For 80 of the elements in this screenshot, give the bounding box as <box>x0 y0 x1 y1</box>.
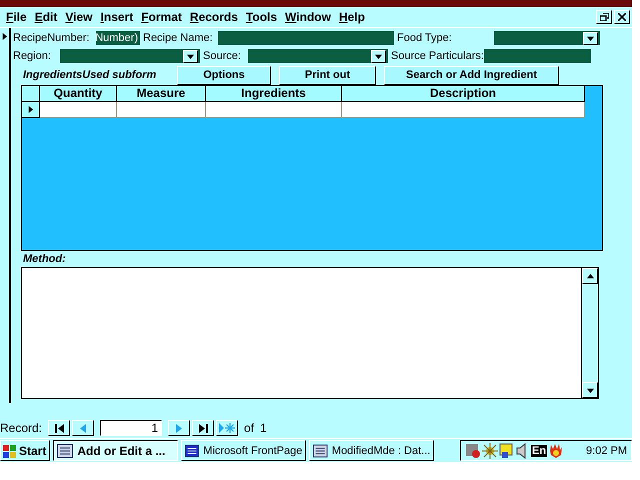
menu-item[interactable]: View <box>61 10 97 24</box>
window-icon <box>57 444 74 458</box>
field-label: Source Particulars: <box>390 50 483 62</box>
restore-button[interactable] <box>596 10 612 24</box>
record-of-label: of <box>244 421 254 435</box>
field-label: RecipeNumber: <box>12 32 90 44</box>
menu-item[interactable]: Tools <box>242 10 282 24</box>
record-label: Record: <box>0 421 42 435</box>
right-arrow-icon <box>27 106 34 113</box>
record-total: 1 <box>260 421 267 435</box>
sun-icon <box>482 442 498 458</box>
menu-item[interactable]: Window <box>281 10 335 24</box>
combo-field[interactable] <box>247 48 389 64</box>
combo-field[interactable] <box>59 48 201 64</box>
field-label: Region: <box>12 50 52 62</box>
text-field[interactable]: Number) <box>95 30 141 46</box>
monitor-icon <box>499 442 515 458</box>
new-record-icon <box>219 423 236 433</box>
column-header[interactable]: Measure <box>117 86 206 102</box>
restore-icon <box>600 13 608 21</box>
column-header[interactable]: Description <box>342 86 585 102</box>
form-button[interactable]: Options <box>177 66 271 84</box>
form-button[interactable]: Search or Add Ingredient <box>384 66 559 84</box>
window-icon <box>313 444 328 458</box>
down-arrow-icon <box>587 34 594 42</box>
method-text-area[interactable] <box>21 267 599 399</box>
table-cell[interactable] <box>117 102 206 118</box>
dropdown-button[interactable] <box>183 50 198 62</box>
method-label: Method: <box>22 252 67 267</box>
down-arrow-icon <box>375 52 382 60</box>
text-field[interactable] <box>483 48 592 64</box>
close-button[interactable] <box>614 10 630 24</box>
menu-item[interactable]: File <box>2 10 31 24</box>
right-arrow-icon <box>176 424 182 432</box>
table-cell[interactable] <box>206 102 342 118</box>
down-arrow-icon <box>187 52 194 60</box>
right-arrow-icon <box>1 33 8 40</box>
new-record-button[interactable] <box>216 420 238 436</box>
menu-item[interactable]: Format <box>137 10 186 24</box>
header-corner-cell[interactable] <box>22 86 40 102</box>
left-arrow-icon <box>80 424 86 432</box>
taskbar-button[interactable]: Add or Edit a ... <box>53 440 178 461</box>
scroll-down-button[interactable] <box>582 382 598 398</box>
last-icon <box>198 424 208 432</box>
table-cell[interactable] <box>40 102 117 118</box>
field-label: Food Type: <box>396 32 453 44</box>
down-arrow-icon <box>586 386 594 394</box>
menu-item[interactable]: Insert <box>96 10 138 24</box>
taskbar-button[interactable]: ModifiedMde : Dat... <box>309 440 434 461</box>
scrollbar[interactable] <box>581 268 598 398</box>
dropdown-button[interactable] <box>583 32 598 44</box>
start-button[interactable]: Start <box>0 440 50 461</box>
record-number-field[interactable]: 1 <box>100 420 162 436</box>
taskbar-button[interactable]: Microsoft FrontPage <box>181 440 306 461</box>
menu-item[interactable]: Help <box>334 10 369 24</box>
record-selector[interactable] <box>22 102 40 118</box>
text-field[interactable] <box>217 30 395 46</box>
field-label: Recipe Name: <box>142 32 214 44</box>
menu-item[interactable]: Edit <box>30 10 62 24</box>
column-header[interactable]: Ingredients <box>206 86 342 102</box>
up-arrow-icon <box>586 272 594 280</box>
menu-item[interactable]: Records <box>186 10 242 24</box>
field-label: Source: <box>202 50 242 62</box>
column-header[interactable]: Quantity <box>40 86 117 102</box>
combo-field[interactable] <box>493 30 601 46</box>
last-record-button[interactable] <box>192 420 214 436</box>
form-button[interactable]: Print out <box>279 66 376 84</box>
first-record-button[interactable] <box>48 420 70 436</box>
table-cell[interactable] <box>342 102 585 118</box>
scroll-up-button[interactable] <box>582 268 598 284</box>
window-icon <box>185 444 200 458</box>
dropdown-button[interactable] <box>371 50 386 62</box>
first-icon <box>54 424 64 432</box>
close-icon <box>618 13 626 21</box>
next-record-button[interactable] <box>168 420 190 436</box>
previous-record-button[interactable] <box>72 420 94 436</box>
subform-title: IngredientsUsed subform <box>22 69 158 81</box>
language-indicator[interactable]: En <box>531 444 548 456</box>
windows-logo-icon <box>1 444 17 458</box>
clock: 9:02 PM <box>586 444 627 456</box>
